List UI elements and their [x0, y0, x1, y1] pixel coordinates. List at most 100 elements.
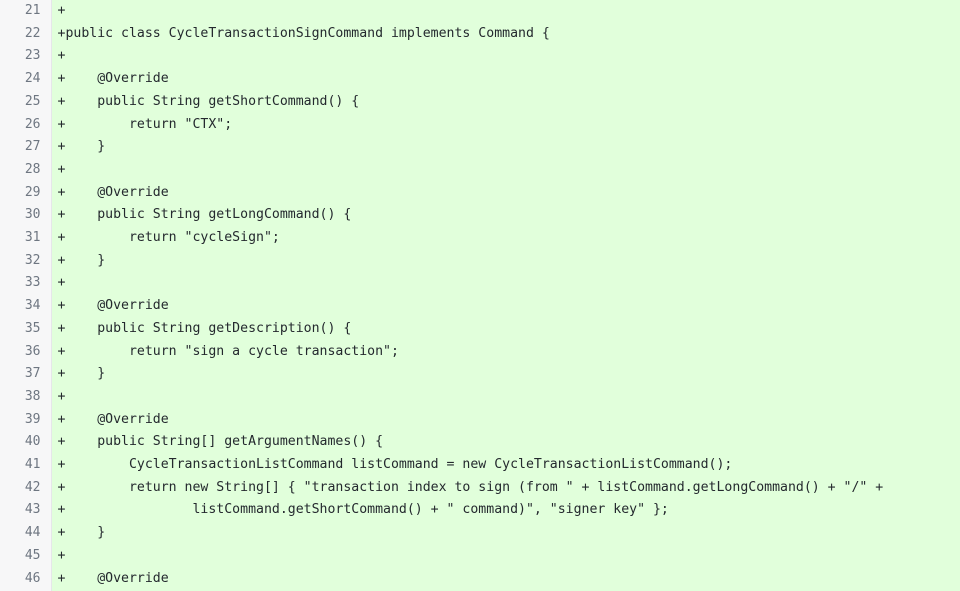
diff-line-content[interactable]: + public String getLongCommand() {	[51, 204, 960, 228]
diff-line-row[interactable]: 38 +	[0, 385, 960, 409]
code-text: @Override	[65, 71, 169, 87]
diff-line-content[interactable]: +public class CycleTransactionSignComman…	[51, 22, 960, 46]
diff-line-content[interactable]: + @Override	[51, 181, 960, 205]
diff-line-content[interactable]: + public String getDescription() {	[51, 317, 960, 341]
diff-line-content[interactable]: + return new String[] { "transaction ind…	[51, 476, 960, 500]
code-text: }	[65, 525, 106, 541]
diff-line-content[interactable]: + CycleTransactionListCommand listComman…	[51, 454, 960, 477]
diff-line-row[interactable]: 43 + listCommand.getShortCommand() + " co…	[0, 499, 960, 523]
code-text: public String getDescription() {	[65, 320, 352, 336]
line-number[interactable]: 33	[0, 272, 52, 296]
diff-line-content[interactable]: +	[51, 272, 960, 296]
code-text: CycleTransactionListCommand listCommand …	[65, 457, 733, 473]
code-text: @Override	[65, 570, 169, 586]
diff-line-row[interactable]: 35 + public String getDescription() {	[0, 317, 960, 341]
code-text: listCommand.getShortCommand() + " comman…	[65, 502, 669, 518]
line-number[interactable]: 45	[0, 544, 52, 568]
diff-line-row[interactable]: 30 + public String getLongCommand() {	[0, 204, 960, 228]
diff-line-row[interactable]: 25 + public String getShortCommand() {	[0, 90, 960, 114]
line-number[interactable]: 32	[0, 249, 52, 273]
diff-line-content[interactable]: +	[51, 158, 960, 182]
code-text: return "cycleSign";	[65, 230, 280, 246]
line-number[interactable]: 30	[0, 204, 52, 228]
diff-line-row[interactable]: 36 + return "sign a cycle transaction";	[0, 340, 960, 364]
diff-line-content[interactable]: +	[51, 0, 960, 23]
diff-line-content[interactable]: + return "cycleSign";	[51, 227, 960, 250]
code-text: }	[65, 139, 106, 155]
diff-line-content[interactable]: +	[51, 45, 960, 69]
diff-line-row[interactable]: 32 + }	[0, 249, 960, 273]
diff-line-row[interactable]: 29 + @Override	[0, 181, 960, 205]
line-number[interactable]: 37	[0, 363, 52, 386]
line-number[interactable]: 26	[0, 113, 52, 137]
diff-line-row[interactable]: 26 + return "CTX";	[0, 113, 960, 137]
diff-view: 21 +22 +public class CycleTransactionSignC…	[0, 0, 960, 591]
diff-line-content[interactable]: + @Override	[51, 408, 960, 432]
line-number[interactable]: 25	[0, 90, 52, 114]
diff-line-row[interactable]: 40 + public String[] getArgumentNames() {	[0, 431, 960, 455]
code-text: public String getLongCommand() {	[65, 207, 352, 223]
diff-line-content[interactable]: + @Override	[51, 295, 960, 318]
diff-line-content[interactable]: + return "CTX";	[51, 113, 960, 137]
line-number[interactable]: 31	[0, 227, 52, 250]
diff-line-row[interactable]: 41 + CycleTransactionListCommand listComm…	[0, 454, 960, 477]
diff-line-content[interactable]: + public String getShortCommand() {	[51, 90, 960, 114]
diff-table-body: 21 +22 +public class CycleTransactionSignC…	[0, 0, 960, 591]
line-number[interactable]: 22	[0, 22, 52, 46]
code-text: public String[] getArgumentNames() {	[65, 434, 384, 450]
diff-add-marker: +	[57, 275, 66, 291]
diff-line-content[interactable]: + @Override	[51, 68, 960, 91]
diff-line-content[interactable]: +	[51, 544, 960, 568]
line-number[interactable]: 39	[0, 408, 52, 432]
line-number[interactable]: 40	[0, 431, 52, 455]
line-number[interactable]: 46	[0, 567, 52, 591]
line-number[interactable]: 42	[0, 476, 52, 500]
diff-line-row[interactable]: 24 + @Override	[0, 68, 960, 91]
line-number[interactable]: 38	[0, 385, 52, 409]
diff-line-row[interactable]: 31 + return "cycleSign";	[0, 227, 960, 250]
diff-line-row[interactable]: 39 + @Override	[0, 408, 960, 432]
diff-line-row[interactable]: 34 + @Override	[0, 295, 960, 318]
code-text: }	[65, 252, 106, 268]
line-number[interactable]: 36	[0, 340, 52, 364]
diff-line-row[interactable]: 45 +	[0, 544, 960, 568]
line-number[interactable]: 44	[0, 522, 52, 545]
line-number[interactable]: 27	[0, 136, 52, 159]
line-number[interactable]: 24	[0, 68, 52, 91]
diff-line-row[interactable]: 21 +	[0, 0, 960, 23]
diff-line-content[interactable]: +	[51, 385, 960, 409]
diff-line-content[interactable]: + }	[51, 136, 960, 159]
diff-line-row[interactable]: 46 + @Override	[0, 567, 960, 591]
line-number[interactable]: 34	[0, 295, 52, 318]
line-number[interactable]: 41	[0, 454, 52, 477]
line-number[interactable]: 43	[0, 499, 52, 523]
diff-line-content[interactable]: + public String[] getArgumentNames() {	[51, 431, 960, 455]
diff-line-content[interactable]: + @Override	[51, 567, 960, 591]
line-number[interactable]: 29	[0, 181, 52, 205]
diff-line-row[interactable]: 37 + }	[0, 363, 960, 386]
code-text: @Override	[65, 411, 169, 427]
line-number[interactable]: 28	[0, 158, 52, 182]
code-text: return "sign a cycle transaction";	[65, 343, 399, 359]
diff-line-content[interactable]: + }	[51, 363, 960, 386]
line-number[interactable]: 21	[0, 0, 52, 23]
diff-line-row[interactable]: 33 +	[0, 272, 960, 296]
diff-line-row[interactable]: 42 + return new String[] { "transaction i…	[0, 476, 960, 500]
code-text: return "CTX";	[65, 116, 233, 132]
diff-line-row[interactable]: 44 + }	[0, 522, 960, 545]
line-number[interactable]: 23	[0, 45, 52, 69]
diff-line-row[interactable]: 23 +	[0, 45, 960, 69]
diff-add-marker: +	[57, 547, 66, 563]
diff-line-row[interactable]: 22 +public class CycleTransactionSignComm…	[0, 22, 960, 46]
code-text: public class CycleTransactionSignCommand…	[65, 25, 550, 41]
diff-line-content[interactable]: + return "sign a cycle transaction";	[51, 340, 960, 364]
diff-line-row[interactable]: 28 +	[0, 158, 960, 182]
code-text: @Override	[65, 184, 169, 200]
line-number[interactable]: 35	[0, 317, 52, 341]
diff-line-content[interactable]: + }	[51, 249, 960, 273]
diff-line-row[interactable]: 27 + }	[0, 136, 960, 159]
diff-line-content[interactable]: + }	[51, 522, 960, 545]
diff-add-marker: +	[57, 3, 66, 18]
diff-line-content[interactable]: + listCommand.getShortCommand() + " comm…	[51, 499, 960, 523]
diff-add-marker: +	[57, 388, 66, 404]
